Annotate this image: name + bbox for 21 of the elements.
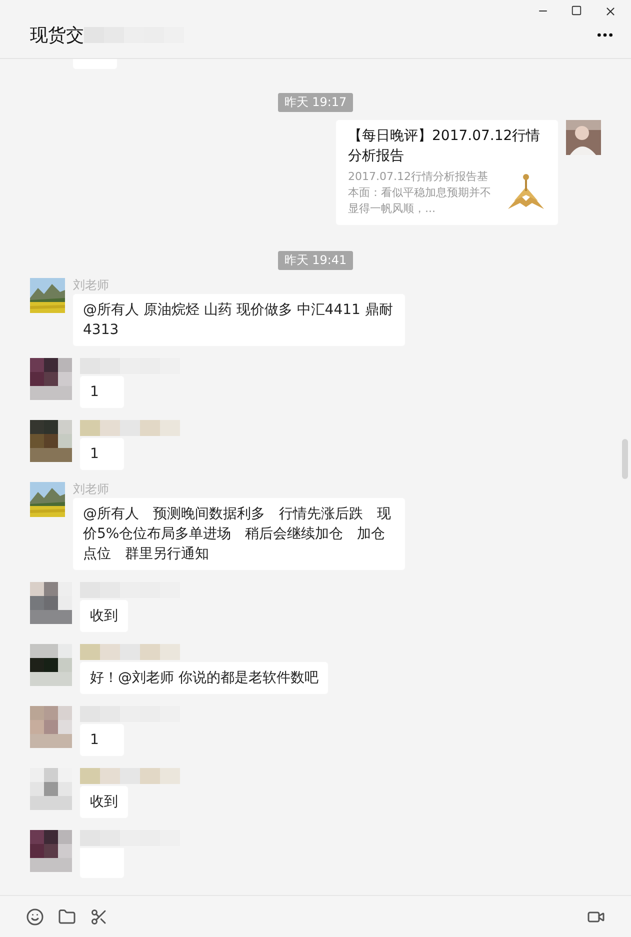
scissors-icon[interactable]	[90, 908, 108, 926]
article-title: 【每日晚评】2017.07.12行情分析报告	[348, 127, 542, 166]
timestamp: 昨天 19:17	[278, 93, 353, 112]
message-bubble	[73, 59, 117, 69]
sender-name: 刘老师	[73, 482, 109, 496]
sender-name: 刘老师	[73, 278, 109, 292]
emoji-icon[interactable]	[26, 908, 44, 926]
message-bubble: @所有人 原油烷烃 山药 现价做多 中汇4411 鼎耐4313	[73, 294, 405, 346]
article-card[interactable]: 【每日晚评】2017.07.12行情分析报告 2017.07.12行情分析报告基本面：看似平稳加息预期并不显得一帆风顺，...	[336, 120, 558, 225]
message-bubble: 1	[80, 438, 124, 470]
timestamp: 昨天 19:41	[278, 251, 353, 270]
message-bubble: 好！@刘老师 你说的都是老软件数吧	[80, 662, 328, 694]
message-bubble: 收到	[80, 600, 128, 632]
scrollbar[interactable]	[622, 439, 628, 479]
message-bubble: 1	[80, 724, 124, 756]
chat-title: 现货交	[30, 24, 84, 47]
message-bubble: @所有人 预测晚间数据利多 行情先涨后跌 现价5%仓位布局多单进场 稍后会继续加仓 加仓点位 群里另行通知	[73, 498, 405, 570]
message-bubble: 1	[80, 376, 124, 408]
folder-icon[interactable]	[58, 908, 76, 926]
message-bubble: 收到	[80, 786, 128, 818]
article-summary: 2017.07.12行情分析报告基本面：看似平稳加息预期并不显得一帆风顺，...	[348, 169, 492, 217]
